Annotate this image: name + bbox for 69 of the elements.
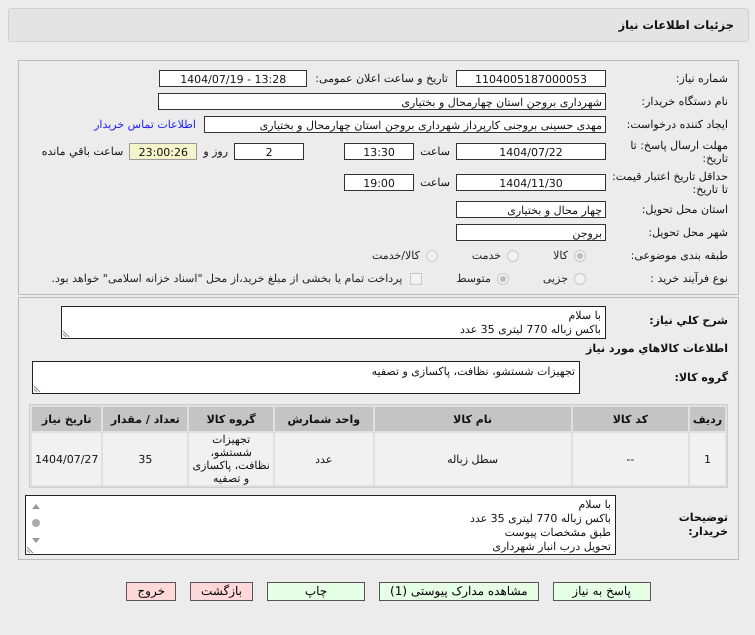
table-cell: 1404/07/27	[32, 433, 102, 485]
field-label: شهر محل تحویل:	[647, 226, 729, 239]
column-header: تعداد / مقدار	[103, 407, 188, 431]
field-label: روز و	[203, 145, 228, 158]
buyer-field: شهرداری بروجن استان چهارمحال و بختیاری	[158, 93, 606, 110]
field-label: نام دستگاه خریدار:	[640, 95, 729, 108]
field-label: استان محل تحویل:	[640, 203, 729, 216]
field-label: ساعت	[420, 145, 450, 158]
table-cell: 1	[690, 433, 725, 485]
checkbox[interactable]	[410, 272, 422, 284]
radio-button[interactable]	[426, 250, 438, 262]
field-label: شماره نیاز:	[674, 72, 729, 85]
contact-link[interactable]: اطلاعات تماس خریدار	[94, 118, 196, 131]
field-label: نوع فرآیند خرید :	[649, 272, 729, 285]
field-label: ساعت باقي مانده	[42, 145, 124, 158]
creator-field: مهدی حسینی بروجنی کارپرداز شهرداری بروجن استان چهارمحال و بختیاری	[204, 116, 606, 133]
column-header: واحد شمارش	[275, 407, 373, 431]
radio-button[interactable]	[574, 250, 586, 262]
radio-button[interactable]	[507, 250, 520, 262]
radio-label: خدمت	[472, 249, 502, 262]
days-field: 2	[234, 143, 304, 160]
table-cell: --	[572, 433, 688, 485]
resize-handle-icon[interactable]	[27, 545, 35, 553]
field-label: ایجاد کننده درخواست:	[626, 118, 729, 131]
field-label: حداقل تاریخ اعتبار قیمت: تا تاریخ:	[611, 170, 729, 196]
radio-label: جزیی	[542, 272, 568, 285]
action-button[interactable]: بازگشت	[190, 582, 253, 601]
field-label: توضیحات خریدار:	[678, 511, 729, 539]
goods-group-field: تجهیزات شستشو، نظافت، پاکسازی و تصفیه	[32, 361, 580, 394]
action-button[interactable]: خروج	[126, 582, 176, 601]
section-title: اطلاعات کالاهاي مورد نياز	[584, 342, 729, 355]
radio-label: کالا/خدمت	[372, 249, 420, 262]
field-label: شرح کلي نياز:	[648, 313, 729, 327]
column-header: ردیف	[690, 407, 725, 431]
resize-handle-icon[interactable]	[34, 384, 42, 392]
radio-label: کالا	[553, 249, 568, 262]
action-button[interactable]: پاسخ به نیاز	[552, 582, 651, 601]
field-label: تاریخ و ساعت اعلان عمومی:	[315, 72, 448, 85]
table-cell: تجهیزات شستشو، نظافت، پاکسازی و تصفیه	[189, 433, 274, 485]
announce-date-field: 1404/07/19 - 13:28	[159, 70, 308, 87]
field-label: مهلت ارسال پاسخ: تا تاریخ:	[629, 138, 729, 164]
page-title: جزئیات اطلاعات نیاز	[618, 18, 734, 32]
buyer-notes-field: با سلام باکس زباله 770 لیتری 35 عدد طبق مشخصات پیوست تحویل درب انبار شهرداری	[25, 495, 616, 555]
column-header: کد کالا	[572, 407, 688, 431]
time-field: 13:30	[344, 143, 414, 160]
date-field: 1404/07/22	[456, 143, 606, 160]
remaining-time-field: 23:00:26	[129, 143, 198, 160]
time-field: 19:00	[344, 174, 414, 191]
column-header: گروه کالا	[189, 407, 274, 431]
table-cell: عدد	[275, 433, 373, 485]
action-button[interactable]: چاپ	[267, 582, 365, 601]
resize-handle-icon[interactable]	[63, 329, 71, 337]
radio-button[interactable]	[496, 272, 509, 284]
field-label: طبقه بندی موضوعی:	[630, 249, 729, 262]
need-number-field: 1104005187000053	[456, 70, 606, 87]
date-field: 1404/11/30	[456, 174, 606, 191]
table-cell: 35	[103, 433, 188, 485]
city-field: بروجن	[456, 224, 606, 241]
province-field: چهار محال و بختیاری	[456, 201, 606, 218]
field-label: ساعت	[420, 176, 450, 189]
radio-label: متوسط	[456, 272, 491, 285]
field-label: گروه کالا:	[673, 371, 729, 384]
column-header: نام کالا	[374, 407, 571, 431]
action-button[interactable]: مشاهده مدارک پیوستی (1)	[379, 582, 539, 601]
radio-button[interactable]	[574, 272, 586, 284]
checkbox-label: پرداخت تمام یا بخشی از مبلغ خرید،از محل "اسناد خزانه اسلامی" خواهد بود.	[52, 272, 402, 285]
column-header: تاریخ نیاز	[32, 407, 102, 431]
description-field: با سلام باکس زباله 770 لیتری 35 عدد	[61, 306, 606, 339]
table-cell: سطل زباله	[374, 433, 571, 485]
